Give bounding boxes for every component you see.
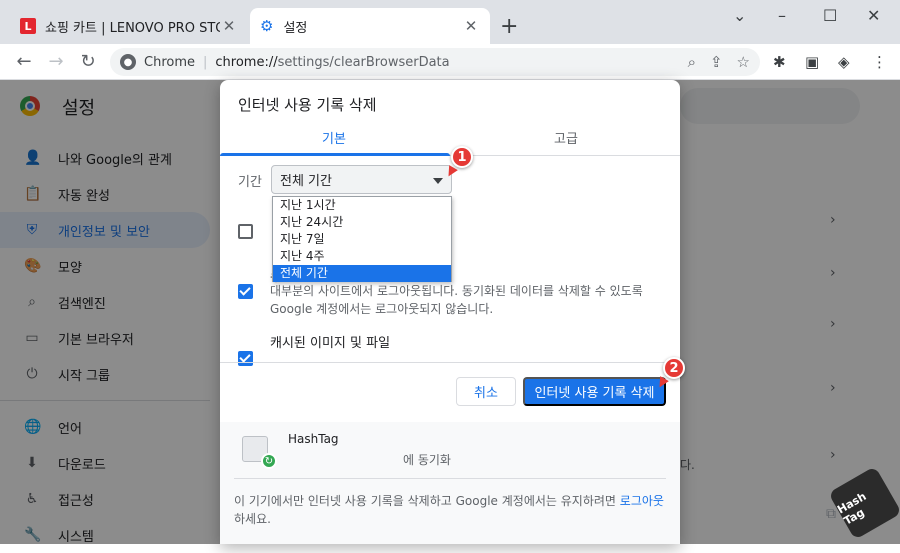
tab-basic[interactable]: 기본 <box>322 128 346 147</box>
tab-shopping-cart[interactable]: L 쇼핑 카트 | LENOVO PRO STORE ✕ <box>10 8 248 44</box>
sign-out-link[interactable]: 로그아웃 <box>620 494 664 508</box>
side-panel-icon[interactable]: ▣ <box>805 53 819 71</box>
annotation-badge-2: 2 <box>663 357 685 379</box>
option-all-time[interactable]: 전체 기간 <box>273 265 451 282</box>
option-last-7d[interactable]: 지난 7일 <box>273 231 451 248</box>
option-last-24h[interactable]: 지난 24시간 <box>273 214 451 231</box>
extensions-icon[interactable]: ✱ <box>773 53 786 71</box>
dropdown-arrow-icon <box>433 178 443 184</box>
option-last-hour[interactable]: 지난 1시간 <box>273 197 451 214</box>
divider <box>220 362 680 363</box>
sync-icon: ↻ <box>261 453 277 469</box>
external-link-icon[interactable]: ⧉ <box>826 506 836 522</box>
sync-note-end: 하세요. <box>234 512 271 526</box>
dialog-title: 인터넷 사용 기록 삭제 <box>238 96 377 114</box>
tab-strip: L 쇼핑 카트 | LENOVO PRO STORE ✕ ⚙ 설정 ✕ + ⌄ … <box>0 0 900 44</box>
lenovo-favicon-icon: L <box>20 18 36 34</box>
sync-account-name: HashTag <box>288 432 339 446</box>
address-bar[interactable]: ● Chrome | chrome:// settings/clearBrows… <box>110 48 760 76</box>
annotation-badge-1: 1 <box>451 146 473 168</box>
close-icon[interactable]: ✕ <box>462 17 480 35</box>
scheme-label: Chrome <box>144 54 195 70</box>
new-tab-button[interactable]: + <box>500 14 518 39</box>
zoom-icon[interactable]: ⌕ <box>688 53 696 71</box>
cookies-checkbox[interactable] <box>238 284 253 299</box>
menu-icon[interactable]: ⋮ <box>872 53 887 71</box>
bookmark-star-icon[interactable]: ☆ <box>737 53 750 71</box>
history-checkbox[interactable] <box>238 224 253 239</box>
time-range-dropdown: 지난 1시간 지난 24시간 지난 7일 지난 4주 전체 기간 <box>272 196 452 282</box>
cancel-button[interactable]: 취소 <box>456 377 516 406</box>
tab-title: 쇼핑 카트 | LENOVO PRO STORE <box>45 20 220 36</box>
time-range-label: 기간 <box>238 175 262 190</box>
profile-icon[interactable]: ◈ <box>838 53 850 71</box>
sync-status: 에 동기화 <box>403 453 451 467</box>
time-range-value: 전체 기간 <box>280 174 332 189</box>
clear-data-button[interactable]: 인터넷 사용 기록 삭제 <box>523 377 666 406</box>
separator: | <box>203 54 208 70</box>
gear-icon: ⚙ <box>260 17 274 35</box>
url-host: chrome:// <box>215 54 278 70</box>
url-path: settings/clearBrowserData <box>277 54 450 70</box>
tab-title: 설정 <box>283 20 308 36</box>
close-icon[interactable]: ✕ <box>220 17 238 35</box>
cache-title: 캐시된 이미지 및 파일 <box>270 336 391 351</box>
share-icon[interactable]: ⇪ <box>710 53 723 71</box>
sync-note: 이 기기에서만 인터넷 사용 기록을 삭제하고 Google 계정에서는 유지하… <box>234 492 674 528</box>
tab-settings[interactable]: ⚙ 설정 ✕ <box>250 8 490 44</box>
tab-advanced[interactable]: 고급 <box>554 128 578 147</box>
sync-section: ↻ HashTag 에 동기화 이 기기에서만 인터넷 사용 기록을 삭제하고 … <box>220 422 680 544</box>
sync-note-text: 이 기기에서만 인터넷 사용 기록을 삭제하고 Google 계정에서는 유지하… <box>234 494 620 508</box>
dialog-tabs: 기본 고급 <box>220 120 680 156</box>
window-close-button[interactable]: ✕ <box>867 6 880 25</box>
clear-browsing-data-dialog: 인터넷 사용 기록 삭제 기본 고급 기간 전체 기간 지난 1시간 지난 24… <box>220 80 680 544</box>
time-range-select[interactable]: 전체 기간 <box>271 165 452 194</box>
reload-button[interactable]: ↻ <box>76 50 100 74</box>
maximize-button[interactable]: ☐ <box>823 6 837 25</box>
divider <box>234 478 666 479</box>
tab-search-icon[interactable]: ⌄ <box>733 6 746 25</box>
chrome-icon[interactable]: ● <box>120 54 136 70</box>
toolbar: ← → ↻ ● Chrome | chrome:// settings/clea… <box>0 44 900 80</box>
tab-underline <box>220 153 450 156</box>
forward-button[interactable]: → <box>44 50 68 74</box>
minimize-button[interactable]: – <box>778 6 786 25</box>
cache-checkbox[interactable] <box>238 351 253 366</box>
back-button[interactable]: ← <box>12 50 36 74</box>
option-last-4w[interactable]: 지난 4주 <box>273 248 451 265</box>
cookies-description: 대부분의 사이트에서 로그아웃됩니다. 동기화된 데이터를 삭제할 수 있도록 … <box>270 284 643 316</box>
